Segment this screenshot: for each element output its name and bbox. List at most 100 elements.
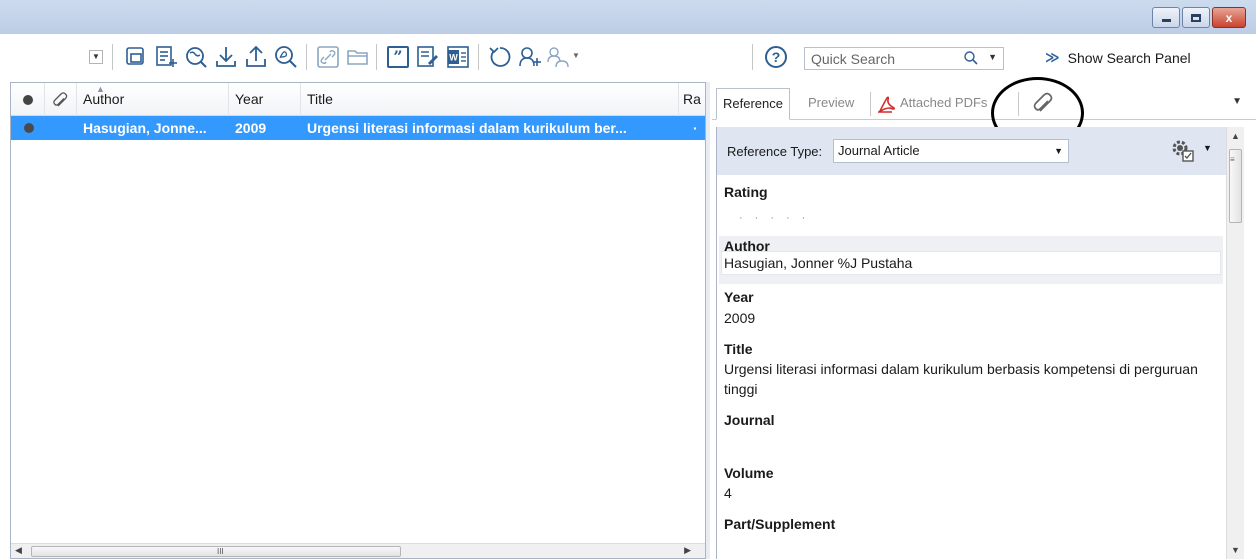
tabs-menu-arrow[interactable]: ▼ [1232,96,1242,107]
volume-label: Volume [724,465,774,481]
online-search-icon [186,47,207,68]
show-search-panel-label: Show Search Panel [1067,49,1191,66]
share-group-button[interactable] [546,45,570,69]
import-icon [216,47,236,67]
double-chevron-down-icon: ≫ [1045,49,1060,65]
read-status-icon [23,95,33,105]
read-status-dot [24,123,34,133]
tab-attached-pdfs-label: Attached PDFs [900,95,988,110]
insert-citation-button[interactable]: ” [387,46,409,68]
row-title: Urgensi literasi informasi dalam kurikul… [307,120,627,136]
reference-tabs: Reference Preview Attached PDFs ▼ [712,77,1256,149]
reference-editor: Reference Type: Journal Article ▼ ▼ Rati… [716,127,1227,559]
row-author: Hasugian, Jonne... [83,120,207,136]
scroll-down-arrow[interactable]: ▼ [1231,545,1240,555]
row-rating: · [693,120,698,136]
minimize-icon [1161,19,1171,22]
reference-panel: Reference Preview Attached PDFs ▼ Refere… [712,77,1256,559]
toolbar-separator [478,44,479,70]
export-button[interactable] [244,45,268,69]
rating-stars[interactable]: ····· [739,212,817,224]
reference-list: Author ▲ Year Title Ra Hasugian, Jonne..… [10,82,706,559]
year-column-label: Year [235,91,264,107]
attachment-header-icon [53,92,68,107]
author-value[interactable]: Hasugian, Jonner %J Pustaha [724,253,1216,273]
groups-button[interactable] [124,45,148,69]
help-button[interactable]: ? [765,46,787,68]
find-pdf-icon [275,46,297,68]
groups-icon [126,47,144,65]
row-year: 2009 [235,120,267,136]
horizontal-scroll-thumb[interactable]: III [31,546,401,557]
toolbar-separator [376,44,377,70]
toolbar-separator [306,44,307,70]
maximize-button[interactable] [1182,7,1210,28]
close-button[interactable]: x [1212,7,1246,28]
online-search-button[interactable] [184,45,208,69]
tab-preview[interactable]: Preview [802,88,860,120]
title-value[interactable]: Urgensi literasi informasi dalam kurikul… [724,359,1216,399]
window-controls: x [1150,7,1246,28]
open-link-button[interactable] [316,45,340,69]
open-folder-button[interactable] [346,45,370,69]
sort-ascending-icon: ▲ [96,84,105,94]
export-icon [246,45,266,67]
volume-value[interactable]: 4 [724,483,1216,503]
reference-type-bar: Reference Type: Journal Article ▼ ▼ [717,127,1227,175]
maximize-icon [1191,13,1201,22]
column-headers: Author ▲ Year Title Ra [11,83,705,116]
open-link-icon [317,46,339,68]
rating-column-header[interactable]: Ra [679,83,705,116]
format-bibliography-button[interactable] [416,45,440,69]
minimize-button[interactable] [1152,7,1180,28]
quick-search-box[interactable]: ▼ [804,47,1004,70]
tab-preview-label: Preview [808,95,855,110]
reference-type-label: Reference Type: [727,144,823,159]
show-search-panel-button[interactable]: ≫ Show Search Panel [1045,49,1191,66]
vertical-scrollbar[interactable]: ▲ ≡ ▼ [1226,127,1244,559]
share-button[interactable] [518,45,542,69]
tab-reference[interactable]: Reference [716,88,790,120]
year-column-header[interactable]: Year [229,83,301,116]
scroll-left-arrow[interactable]: ◀ [15,545,22,556]
part-supplement-label: Part/Supplement [724,516,836,532]
scroll-right-arrow[interactable]: ▶ [684,545,691,556]
quick-search-input[interactable] [811,50,961,68]
library-dropdown-arrow[interactable]: ▼ [89,50,103,64]
gear-dropdown-arrow[interactable]: ▼ [1203,143,1212,153]
new-reference-icon [156,46,177,67]
share-group-icon [547,47,569,68]
year-label: Year [724,289,754,305]
reference-type-select[interactable]: Journal Article ▼ [833,139,1069,163]
tab-separator [870,92,871,116]
search-options-dropdown[interactable]: ▼ [988,52,997,62]
scroll-up-arrow[interactable]: ▲ [1231,131,1240,141]
find-pdf-button[interactable] [274,45,298,69]
title-column-label: Title [307,91,333,107]
format-bibliography-icon [417,46,438,67]
toolbar-separator [112,44,113,70]
new-reference-button[interactable] [154,45,178,69]
word-icon: W [447,46,469,68]
sync-icon [489,47,511,67]
insert-citation-icon: ” [393,47,403,66]
sync-button[interactable] [488,45,512,69]
tab-attached-pdfs[interactable]: Attached PDFs [898,88,993,120]
pane-splitter[interactable] [706,82,710,559]
year-value[interactable]: 2009 [724,308,1216,328]
gear-icon[interactable] [1169,137,1195,163]
main-toolbar: ▼ ” W ▼ ? ▼ [0,34,1256,78]
horizontal-scrollbar[interactable]: ◀ III ▶ [11,543,705,558]
open-folder-icon [347,50,368,65]
scroll-grip: III [217,547,224,556]
share-dropdown-arrow[interactable]: ▼ [572,51,580,60]
read-status-column[interactable] [11,83,45,116]
toolbar-separator [752,44,753,70]
share-icon [519,47,541,67]
import-button[interactable] [214,45,238,69]
attachment-column[interactable] [45,83,77,116]
word-button[interactable]: W [446,45,470,69]
title-column-header[interactable]: Title [301,83,679,116]
search-icon[interactable] [963,50,979,66]
table-row[interactable]: Hasugian, Jonne... 2009 Urgensi literasi… [11,116,705,140]
